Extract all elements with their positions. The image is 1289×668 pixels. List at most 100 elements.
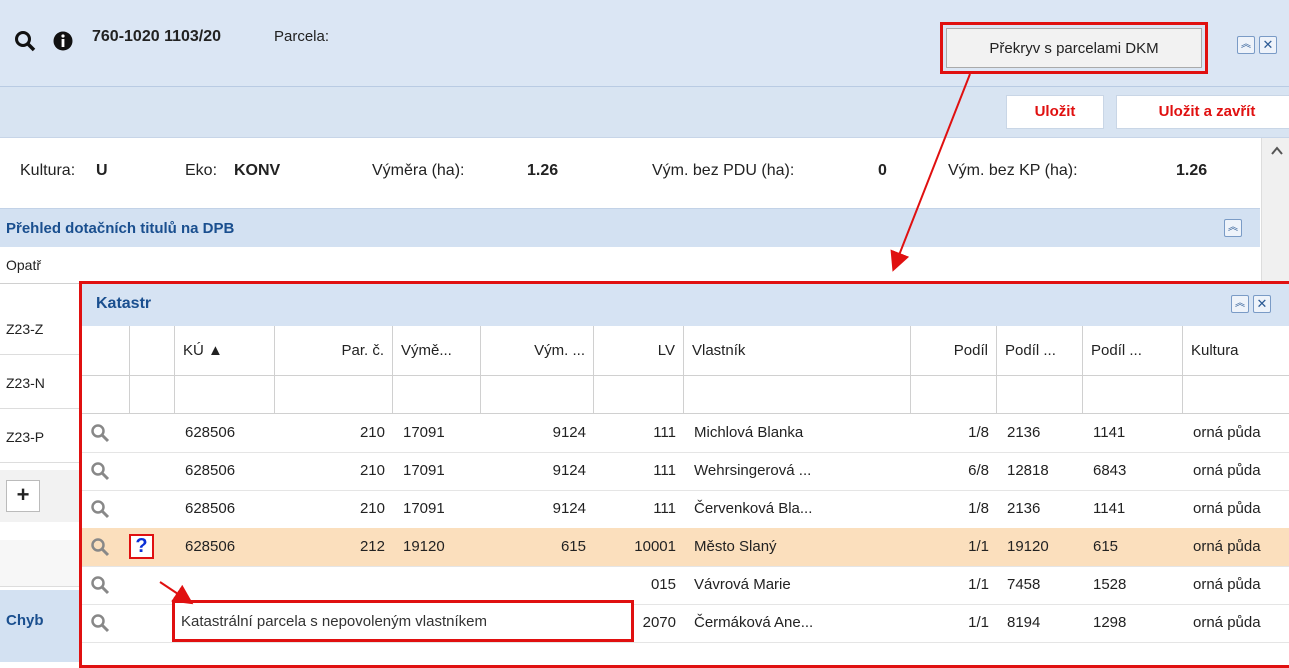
table-cell: 6/8 (968, 462, 989, 479)
spacer-row (0, 540, 90, 587)
save-close-button[interactable]: Uložit a zavřít (1116, 95, 1289, 129)
table-cell: orná půda (1193, 500, 1261, 517)
column-header[interactable]: Výmě... (393, 326, 481, 376)
table-cell: 628506 (185, 424, 236, 441)
magnifier-icon[interactable] (90, 423, 110, 443)
tooltip-text: Katastrální parcela s nepovoleným vlastn… (181, 613, 487, 630)
row-code: Z23-P (6, 429, 45, 445)
header-spacer (82, 326, 130, 376)
subsidy-section-header: Přehled dotačních titulů na DPB ︽ (0, 208, 1260, 248)
magnifier-icon[interactable] (90, 461, 110, 481)
column-filter-input[interactable] (594, 376, 684, 414)
column-filter-input[interactable] (684, 376, 911, 414)
row-code: Z23-N (6, 375, 45, 391)
magnifier-icon[interactable] (90, 575, 110, 595)
add-button[interactable]: + (6, 480, 40, 512)
column-header[interactable]: Vým. ... (481, 326, 594, 376)
column-header[interactable]: Par. č. (275, 326, 393, 376)
overlap-dkm-button[interactable]: Překryv s parcelami DKM (946, 28, 1202, 68)
chevron-up-icon[interactable] (1271, 146, 1283, 156)
table-cell: 210 (359, 424, 385, 441)
table-row[interactable]: ? 628506 212 19120 615 10001 Město Slaný 1/1 191… (82, 528, 1289, 567)
table-cell: 1528 (1093, 576, 1127, 593)
vymera-value: 1.26 (527, 162, 559, 179)
table-cell: orná půda (1193, 462, 1261, 479)
table-cell: 1141 (1093, 500, 1126, 517)
table-cell: Vávrová Marie (694, 576, 791, 593)
table-row[interactable]: Z23-P (0, 414, 90, 463)
save-button[interactable]: Uložit (1006, 95, 1104, 129)
column-header: Opatř (6, 257, 42, 273)
table-cell: Čermáková Ane... (694, 614, 814, 631)
table-cell: 9124 (552, 424, 586, 441)
parcel-info: Kultura: U Eko: KONV Výměra (ha): 1.26 V… (0, 138, 1260, 208)
table-cell: orná půda (1193, 576, 1261, 593)
magnifier-icon[interactable] (90, 537, 110, 557)
info-icon[interactable] (53, 31, 73, 51)
add-bar: + (0, 470, 90, 522)
collapse-icon[interactable]: ︽ (1231, 295, 1249, 313)
errors-section: Chyb (0, 590, 90, 662)
column-header[interactable]: KÚ ▲ (175, 326, 275, 376)
table-cell: 8194 (1007, 614, 1041, 631)
collapse-icon[interactable]: ︽ (1237, 36, 1255, 54)
table-cell: 2136 (1007, 424, 1041, 441)
column-header[interactable]: Kultura (1183, 326, 1289, 376)
table-cell: 17091 (403, 462, 445, 479)
table-row[interactable]: 628506 210 17091 9124 111 Michlová Blanka 1/8 2… (82, 414, 1289, 453)
table-cell: 1298 (1093, 614, 1127, 631)
scrollbar[interactable] (1261, 138, 1289, 286)
detail-header: 760-1020 1103/20 Parcela: Překryv s parc… (0, 0, 1289, 87)
column-filter-input[interactable] (997, 376, 1083, 414)
table-cell: 6843 (1093, 462, 1127, 479)
magnifier-icon[interactable] (90, 499, 110, 519)
table-cell (481, 566, 586, 604)
column-filter-input[interactable] (1083, 376, 1183, 414)
column-header[interactable]: LV (594, 326, 684, 376)
table-cell: 1141 (1093, 424, 1126, 441)
pdu-label: Vým. bez PDU (ha): (652, 162, 795, 179)
warning-icon[interactable]: ? (129, 534, 154, 559)
collapse-icon[interactable]: ︽ (1224, 219, 1242, 237)
table-cell: 111 (653, 500, 676, 517)
column-filter-input[interactable] (911, 376, 997, 414)
magnifier-icon[interactable] (90, 613, 110, 633)
column-filter-input[interactable] (1183, 376, 1289, 414)
column-filter-input[interactable] (393, 376, 481, 414)
table-cell: 9124 (552, 462, 586, 479)
table-cell: 10001 (634, 538, 676, 555)
subsidy-table-header: Opatř (0, 247, 1260, 284)
pdu-value: 0 (878, 162, 887, 179)
table-cell: Wehrsingerová ... (694, 462, 812, 479)
table-row[interactable]: Z23-Z (0, 306, 90, 355)
column-filter-input[interactable] (275, 376, 393, 414)
kultura-label: Kultura: (20, 162, 76, 179)
table-cell: Červenková Bla... (694, 500, 813, 517)
column-filter-input[interactable] (481, 376, 594, 414)
kp-value: 1.26 (1176, 162, 1208, 179)
table-row[interactable]: 628506 210 17091 9124 111 Wehrsingerová ... 6/… (82, 452, 1289, 491)
table-cell: 212 (359, 538, 385, 555)
table-row[interactable]: 628506 210 17091 9124 111 Červenková Bla... 1/… (82, 490, 1289, 529)
table-cell: 210 (359, 500, 385, 517)
close-icon[interactable]: ✕ (1253, 295, 1271, 313)
table-cell (275, 566, 385, 604)
eko-value: KONV (234, 162, 281, 179)
table-cell: 111 (653, 424, 676, 441)
column-filter-input[interactable] (175, 376, 275, 414)
table-cell: 210 (359, 462, 385, 479)
table-cell: 12818 (1007, 462, 1049, 479)
column-header[interactable]: Vlastník (684, 326, 911, 376)
table-cell: 015 (650, 576, 676, 593)
search-icon[interactable] (14, 30, 36, 52)
column-header[interactable]: Podíl (911, 326, 997, 376)
table-cell: 615 (1093, 538, 1119, 555)
close-icon[interactable]: ✕ (1259, 36, 1277, 54)
table-cell: 628506 (185, 538, 236, 555)
table-cell: orná půda (1193, 614, 1261, 631)
column-header[interactable]: Podíl ... (997, 326, 1083, 376)
table-row[interactable]: Z23-N (0, 360, 90, 409)
parcel-label: Parcela: (274, 28, 330, 45)
table-cell: 1/1 (968, 614, 989, 631)
column-header[interactable]: Podíl ... (1083, 326, 1183, 376)
